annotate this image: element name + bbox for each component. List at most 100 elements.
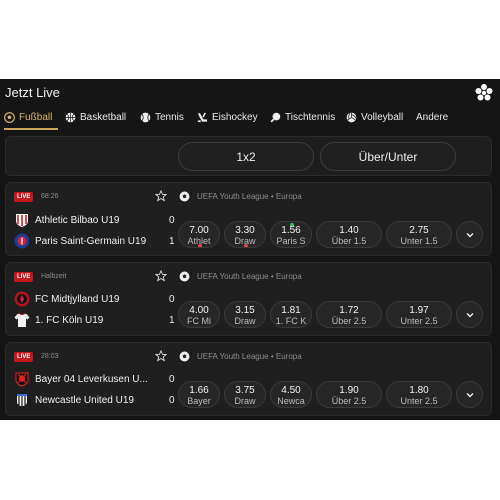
odd-value: 1.80 [409, 385, 429, 396]
tab-label: Volleyball [361, 111, 404, 123]
odd-button-under[interactable]: 2.75 Unter 1.5 [386, 221, 452, 248]
live-badge: LIVE [14, 192, 34, 202]
tab-label: Basketball [80, 111, 127, 123]
team-name: Newcastle United U19 [35, 395, 134, 406]
soccer-ball-icon [4, 111, 15, 123]
odd-value: 3.75 [235, 385, 255, 396]
odd-button-home[interactable]: 4.00 FC Mi [178, 301, 220, 328]
team-name: FC Midtjylland U19 [35, 294, 120, 305]
odd-label: Unter 1.5 [400, 236, 438, 246]
tennis-ball-icon [140, 112, 151, 122]
expand-button[interactable] [456, 301, 483, 328]
odd-value: 1.40 [339, 225, 359, 236]
match-card[interactable]: LIVE Halbzeit UEFA Youth League • Europa… [5, 262, 492, 336]
odd-label: Unter 2.5 [400, 396, 438, 406]
odd-value: 1.97 [409, 305, 429, 316]
odd-button-draw[interactable]: 3.15 Draw [224, 301, 266, 328]
live-badge: LIVE [14, 352, 34, 362]
team-name: Bayer 04 Leverkusen U... [35, 374, 148, 385]
tab-basketball[interactable]: Basketball [65, 107, 126, 127]
market-label: Über/Unter [358, 149, 418, 164]
odds-down-indicator [244, 244, 248, 247]
odd-label: Newca [277, 396, 305, 406]
tab-fussball[interactable]: Fußball [4, 107, 52, 127]
odd-button-away[interactable]: 1.81 1. FC K [270, 301, 312, 328]
tab-eishockey[interactable]: Eishockey [197, 107, 258, 127]
newcastle-crest-icon [14, 392, 30, 408]
team-name: Paris Saint-Germain U19 [35, 236, 147, 247]
chevron-down-icon [466, 392, 473, 397]
psg-crest-icon [14, 233, 30, 249]
match-time: 68:26 [41, 193, 59, 200]
odd-button-away[interactable]: 4.50 Newca [270, 381, 312, 408]
match-card[interactable]: LIVE 28:03 UEFA Youth League • Europa Ba… [5, 342, 492, 416]
athletic-bilbao-crest-icon [16, 214, 28, 227]
ball-cluster-icon[interactable] [474, 83, 494, 103]
star-icon[interactable] [155, 270, 167, 282]
home-team: Athletic Bilbao U19 0 [14, 212, 175, 228]
team-score: 0 [169, 374, 175, 385]
odd-button-away[interactable]: 1.56 Paris S [270, 221, 312, 248]
tab-tennis[interactable]: Tennis [140, 107, 184, 127]
chevron-down-icon [466, 312, 473, 317]
odds-down-indicator [198, 244, 202, 247]
home-team: FC Midtjylland U19 0 [14, 291, 175, 307]
team-score: 0 [169, 294, 175, 305]
team-score: 0 [169, 215, 175, 226]
odd-value: 4.50 [281, 385, 301, 396]
odd-value: 3.15 [235, 305, 255, 316]
odd-button-under[interactable]: 1.97 Unter 2.5 [386, 301, 452, 328]
tab-tischtennis[interactable]: Tischtennis [270, 107, 335, 127]
away-team: Newcastle United U19 0 [14, 392, 175, 408]
odd-value: 1.72 [339, 305, 359, 316]
live-badge: LIVE [14, 272, 34, 282]
odd-label: Draw [234, 396, 256, 406]
odd-button-home[interactable]: 7.00 Athlet [178, 221, 220, 248]
odd-button-over[interactable]: 1.90 Über 2.5 [316, 381, 382, 408]
basketball-icon [65, 112, 76, 122]
odd-value: 2.75 [409, 225, 429, 236]
market-1x2-button[interactable]: 1x2 [178, 142, 314, 171]
ping-pong-paddle-icon [270, 112, 281, 123]
tab-label: Tennis [155, 111, 184, 123]
odd-value: 1.90 [339, 385, 359, 396]
star-icon[interactable] [155, 190, 167, 202]
match-card[interactable]: LIVE 68:26 UEFA Youth League • Europa At… [5, 182, 492, 256]
expand-button[interactable] [456, 381, 483, 408]
odd-label: Draw [234, 316, 256, 326]
odd-label: Paris S [276, 236, 306, 246]
chevron-down-icon [466, 232, 473, 237]
odd-button-over[interactable]: 1.40 Über 1.5 [316, 221, 382, 248]
odd-label: Über 2.5 [331, 396, 367, 406]
odd-button-draw[interactable]: 3.75 Draw [224, 381, 266, 408]
odd-label: FC Mi [187, 316, 211, 326]
expand-button[interactable] [456, 221, 483, 248]
odd-label: Unter 2.5 [400, 316, 438, 326]
tab-label: Eishockey [212, 111, 258, 123]
market-over-under-button[interactable]: Über/Unter [320, 142, 456, 171]
league-name: UEFA Youth League • Europa [197, 352, 302, 361]
league-name: UEFA Youth League • Europa [197, 272, 302, 281]
odd-button-under[interactable]: 1.80 Unter 2.5 [386, 381, 452, 408]
team-name: 1. FC Köln U19 [35, 315, 104, 326]
odd-label: Bayer [187, 396, 211, 406]
tab-label: Tischtennis [285, 111, 336, 123]
odd-value: 7.00 [189, 225, 209, 236]
tab-volleyball[interactable]: Volleyball [346, 107, 403, 127]
league-name: UEFA Youth League • Europa [197, 192, 302, 201]
odd-button-draw[interactable]: 3.30 Draw [224, 221, 266, 248]
odd-label: 1. FC K [275, 316, 307, 326]
team-name: Athletic Bilbao U19 [35, 215, 120, 226]
odd-value: 1.81 [281, 305, 301, 316]
odd-button-home[interactable]: 1.66 Bayer [178, 381, 220, 408]
page-title: Jetzt Live [5, 85, 60, 100]
team-score: 1 [169, 236, 175, 247]
odd-button-over[interactable]: 1.72 Über 2.5 [316, 301, 382, 328]
star-icon[interactable] [155, 350, 167, 362]
odd-value: 3.30 [235, 225, 255, 236]
away-team: Paris Saint-Germain U19 1 [14, 233, 175, 249]
tab-andere[interactable]: Andere [416, 107, 448, 127]
odd-value: 1.66 [189, 385, 209, 396]
soccer-ball-icon [179, 351, 190, 362]
match-time: 28:03 [41, 353, 59, 360]
